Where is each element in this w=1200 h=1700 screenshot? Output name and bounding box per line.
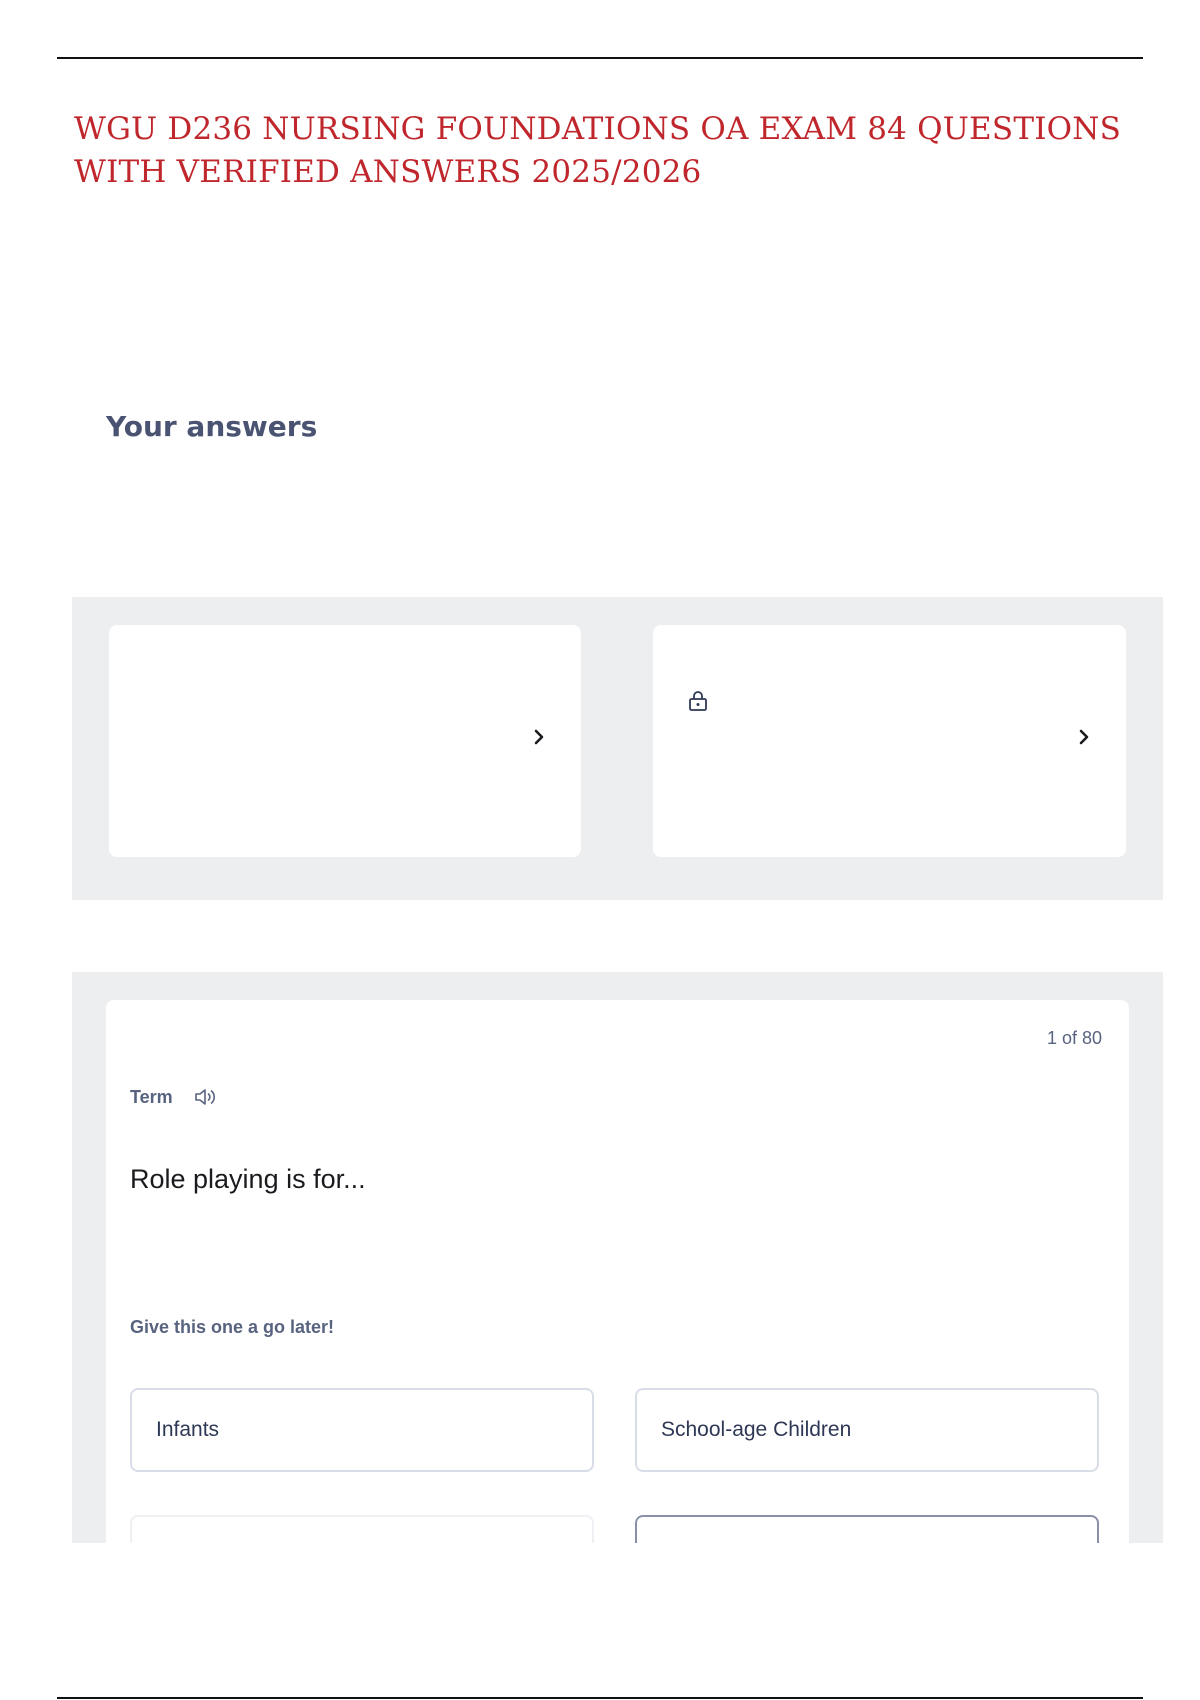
top-rule [57,57,1143,59]
term-label: Term [130,1086,173,1107]
answers-card-right[interactable] [653,625,1126,857]
answers-card-left[interactable] [109,625,581,857]
document-title-line-2: WITH VERIFIED ANSWERS 2025/2026 [74,154,702,190]
bottom-rule [57,1697,1143,1699]
chevron-right-icon [534,729,544,745]
document-title-line-1: WGU D236 NURSING FOUNDATIONS OA EXAM 84 … [74,111,1122,147]
your-answers-heading: Your answers [106,410,318,443]
answer-option-3[interactable] [130,1515,594,1543]
answer-option-2[interactable]: School-age Children [635,1388,1099,1472]
quiz-panel: 1 of 80 Term Role playing is for... Give… [72,972,1163,1543]
skip-hint-link[interactable]: Give this one a go later! [130,1317,334,1338]
answer-option-1[interactable]: Infants [130,1388,594,1472]
chevron-right-icon [1079,729,1089,745]
term-row: Term [130,1086,219,1108]
question-counter: 1 of 80 [1046,1028,1102,1048]
answers-panel [72,597,1163,900]
question-text: Role playing is for... [130,1164,366,1194]
speaker-icon[interactable] [193,1086,219,1108]
lock-icon [689,691,707,711]
question-card: 1 of 80 Term Role playing is for... Give… [106,1000,1129,1543]
document-title: WGU D236 NURSING FOUNDATIONS OA EXAM 84 … [74,108,1134,194]
answer-option-4[interactable] [635,1515,1099,1543]
